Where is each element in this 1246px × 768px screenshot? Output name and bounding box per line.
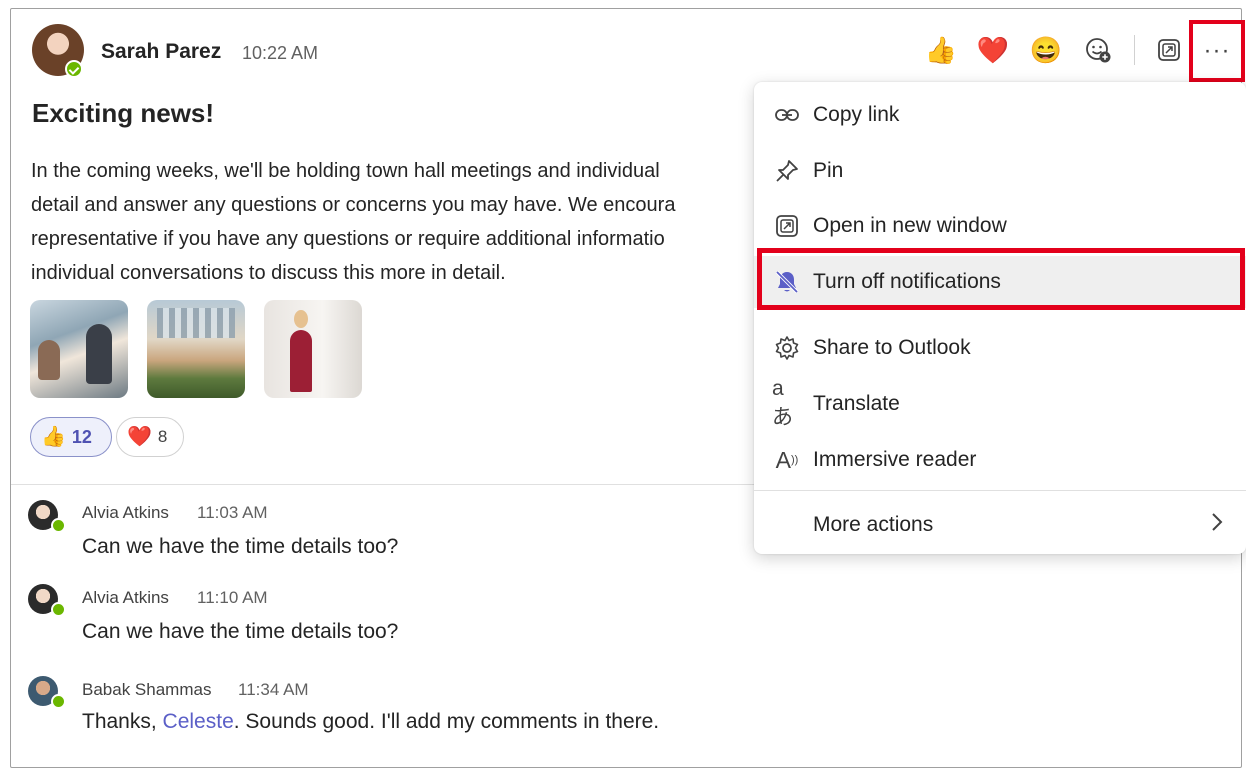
open-window-icon bbox=[772, 211, 802, 241]
bell-off-icon bbox=[772, 267, 802, 297]
reply-text: . Sounds good. I'll add my comments in t… bbox=[233, 710, 660, 733]
reply-author[interactable]: Babak Shammas bbox=[82, 680, 211, 700]
reply-author[interactable]: Alvia Atkins bbox=[82, 588, 169, 608]
reply-timestamp: 11:34 AM bbox=[238, 680, 309, 699]
image-thumbnail-presenter[interactable] bbox=[264, 300, 362, 398]
menu-item-pin[interactable]: Pin bbox=[754, 148, 1246, 194]
author-name[interactable]: Sarah Parez bbox=[101, 40, 221, 64]
laugh-reaction-button[interactable]: 😄 bbox=[1030, 34, 1062, 66]
reply-author[interactable]: Alvia Atkins bbox=[82, 503, 169, 523]
post-body: In the coming weeks, we'll be holding to… bbox=[31, 154, 791, 290]
immersive-reader-icon: A)) bbox=[775, 446, 799, 473]
thumbs-up-icon: 👍 bbox=[41, 426, 66, 448]
presence-available-icon bbox=[51, 518, 66, 533]
like-reaction-count[interactable]: 👍 12 bbox=[30, 417, 112, 457]
post-body-line: detail and answer any questions or conce… bbox=[31, 194, 676, 216]
post-body-line: individual conversations to discuss this… bbox=[31, 262, 506, 284]
menu-item-immersive-reader[interactable]: A)) Immersive reader bbox=[754, 437, 1246, 483]
add-emoji-icon bbox=[1086, 38, 1111, 63]
post-subject: Exciting news! bbox=[32, 98, 215, 128]
presence-available-icon bbox=[51, 694, 66, 709]
link-icon bbox=[772, 100, 802, 130]
menu-item-label: Pin bbox=[813, 159, 844, 182]
heart-reaction-button[interactable]: ❤️ bbox=[977, 34, 1009, 66]
menu-divider bbox=[754, 490, 1246, 491]
menu-item-label: Copy link bbox=[813, 103, 900, 126]
post-timestamp: 10:22 AM bbox=[242, 43, 319, 63]
add-reaction-button[interactable] bbox=[1082, 34, 1114, 66]
menu-item-copy-link[interactable]: Copy link bbox=[754, 92, 1246, 138]
reply-message: Can we have the time details too? bbox=[82, 535, 399, 558]
presence-available-icon bbox=[51, 602, 66, 617]
image-thumbnail-meeting[interactable] bbox=[30, 300, 128, 398]
menu-item-turn-off-notifications[interactable]: Turn off notifications bbox=[754, 256, 1246, 308]
pin-icon bbox=[772, 156, 802, 186]
reply-text: Thanks, bbox=[82, 710, 163, 733]
menu-item-label: Open in new window bbox=[813, 214, 1007, 237]
post-body-line: In the coming weeks, we'll be holding to… bbox=[31, 160, 660, 182]
menu-item-label: Immersive reader bbox=[813, 448, 977, 471]
menu-item-label: Share to Outlook bbox=[813, 336, 971, 359]
replies-divider bbox=[11, 484, 771, 485]
presence-available-icon bbox=[65, 60, 83, 78]
chevron-right-icon bbox=[1210, 511, 1224, 540]
open-in-new-window-button[interactable] bbox=[1155, 36, 1183, 64]
toolbar-divider bbox=[1134, 35, 1135, 65]
more-options-menu: Copy link Pin Open in new window Turn of… bbox=[754, 82, 1246, 554]
menu-item-more-actions[interactable]: More actions bbox=[754, 502, 1246, 548]
popout-icon bbox=[1158, 39, 1180, 61]
menu-item-label: Translate bbox=[813, 392, 900, 415]
menu-item-translate[interactable]: aあ Translate bbox=[754, 377, 1246, 429]
reaction-count: 8 bbox=[157, 427, 168, 446]
translate-icon: aあ bbox=[772, 377, 793, 429]
menu-item-label: Turn off notifications bbox=[813, 270, 1001, 293]
heart-icon: ❤️ bbox=[127, 426, 152, 448]
menu-item-share-to-outlook[interactable]: Share to Outlook bbox=[754, 325, 1246, 371]
reply-message: Can we have the time details too? bbox=[82, 620, 399, 643]
reaction-count: 12 bbox=[71, 426, 92, 447]
post-body-line: representative if you have any questions… bbox=[31, 228, 665, 250]
more-options-button[interactable]: ··· bbox=[1189, 20, 1245, 82]
menu-item-open-in-new-window[interactable]: Open in new window bbox=[754, 203, 1246, 249]
reply-timestamp: 11:10 AM bbox=[197, 588, 268, 607]
reply-timestamp: 11:03 AM bbox=[197, 503, 268, 522]
menu-item-label: More actions bbox=[813, 513, 934, 536]
heart-reaction-count[interactable]: ❤️ 8 bbox=[116, 417, 184, 457]
mention-link[interactable]: Celeste bbox=[163, 710, 234, 733]
image-thumbnail-atrium[interactable] bbox=[147, 300, 245, 398]
like-reaction-button[interactable]: 👍 bbox=[925, 34, 957, 66]
gear-icon bbox=[772, 333, 802, 363]
reply-message: Thanks, Celeste. Sounds good. I'll add m… bbox=[82, 710, 659, 734]
